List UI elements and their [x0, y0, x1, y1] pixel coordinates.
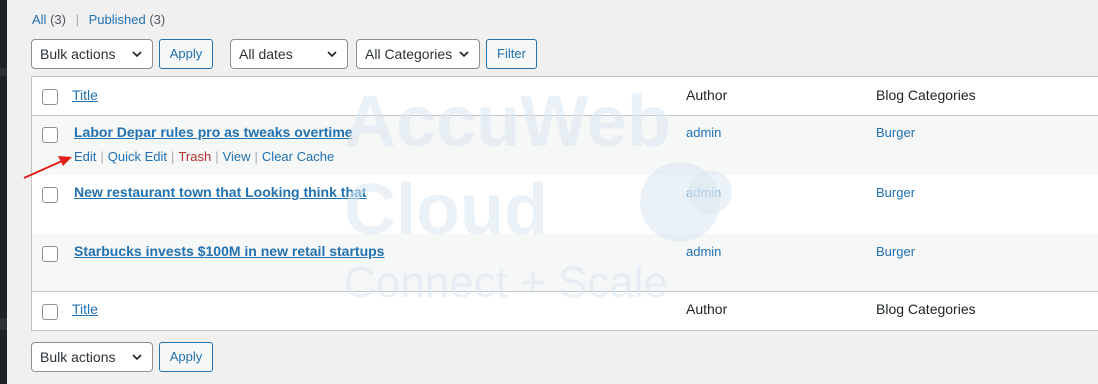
select-all-checkbox-footer[interactable]	[42, 304, 58, 320]
select-all-checkbox[interactable]	[42, 89, 58, 105]
table-header: Title Author Blog Categories	[32, 77, 1098, 116]
clear-cache-link[interactable]: Clear Cache	[262, 149, 334, 164]
row-checkbox[interactable]	[42, 187, 58, 203]
apply-button-top[interactable]: Apply	[159, 39, 213, 69]
dates-filter-value: All dates	[239, 46, 293, 62]
author-link[interactable]: admin	[686, 244, 721, 259]
view-all-count: (3)	[50, 12, 66, 27]
chevron-down-icon	[132, 51, 142, 58]
view-link[interactable]: View	[223, 149, 251, 164]
bulk-actions-select-bottom[interactable]: Bulk actions	[31, 342, 153, 372]
posts-table: Title Author Blog Categories Labor Depar…	[31, 76, 1098, 331]
categories-filter-value: All Categories	[365, 46, 453, 62]
view-separator: |	[75, 12, 79, 27]
table-footer: Title Author Blog Categories	[32, 291, 1098, 330]
action-separator: |	[171, 149, 175, 164]
category-link[interactable]: Burger	[876, 125, 915, 140]
categories-filter-select[interactable]: All Categories	[356, 39, 480, 69]
annotation-arrow-icon	[23, 156, 72, 179]
quick-edit-link[interactable]: Quick Edit	[108, 149, 167, 164]
author-link[interactable]: admin	[686, 125, 721, 140]
table-row: Labor Depar rules pro as tweaks overtime…	[32, 116, 1098, 175]
trash-link[interactable]: Trash	[178, 149, 211, 164]
action-separator: |	[215, 149, 219, 164]
category-link[interactable]: Burger	[876, 244, 915, 259]
action-separator: |	[254, 149, 258, 164]
table-row: New restaurant town that Looking think t…	[32, 175, 1098, 234]
chevron-down-icon	[132, 354, 142, 361]
bulk-actions-select-top[interactable]: Bulk actions	[31, 39, 153, 69]
column-author-footer: Author	[686, 301, 728, 317]
post-title-link[interactable]: New restaurant town that Looking think t…	[74, 184, 366, 200]
table-row: Starbucks invests $100M in new retail st…	[32, 234, 1098, 293]
view-all-link[interactable]: All	[32, 12, 46, 27]
chevron-down-icon	[459, 51, 469, 58]
bulk-actions-value: Bulk actions	[40, 349, 116, 365]
view-filters: All (3) | Published (3)	[32, 12, 165, 27]
column-categories-header: Blog Categories	[876, 87, 976, 103]
column-categories-footer: Blog Categories	[876, 301, 976, 317]
view-published-link[interactable]: Published	[89, 12, 146, 27]
row-checkbox[interactable]	[42, 246, 58, 262]
category-link[interactable]: Burger	[876, 185, 915, 200]
apply-button-bottom[interactable]: Apply	[159, 342, 213, 372]
column-title-sort-link-footer[interactable]: Title	[72, 301, 98, 317]
action-separator: |	[100, 149, 104, 164]
post-title-link[interactable]: Labor Depar rules pro as tweaks overtime	[74, 124, 353, 140]
chevron-down-icon	[327, 51, 337, 58]
view-published-count: (3)	[149, 12, 166, 27]
column-author-header: Author	[686, 87, 728, 103]
filter-button[interactable]: Filter	[486, 39, 537, 69]
post-title-link[interactable]: Starbucks invests $100M in new retail st…	[74, 243, 384, 259]
column-title-sort-link[interactable]: Title	[72, 87, 98, 103]
row-checkbox[interactable]	[42, 127, 58, 143]
bulk-actions-value: Bulk actions	[40, 46, 116, 62]
sidebar-segment	[0, 68, 7, 76]
dates-filter-select[interactable]: All dates	[230, 39, 348, 69]
sidebar-segment	[0, 318, 7, 330]
author-link[interactable]: admin	[686, 185, 721, 200]
row-actions: Edit | Quick Edit | Trash | View | Clear Cache	[74, 149, 334, 164]
admin-sidebar-edge	[0, 0, 7, 384]
